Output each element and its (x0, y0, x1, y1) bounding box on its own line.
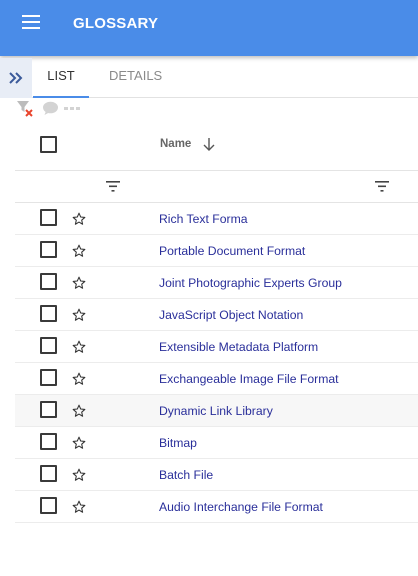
filter-row (15, 171, 418, 203)
table-row[interactable]: Portable Document Format (15, 235, 418, 267)
table-row[interactable]: Joint Photographic Experts Group (15, 267, 418, 299)
row-name-link[interactable]: Audio Interchange File Format (159, 500, 323, 514)
app-bar: GLOSSARY (0, 0, 418, 56)
table-row[interactable]: Exchangeable Image File Format (15, 363, 418, 395)
table-header: Name (15, 125, 418, 171)
row-name-link[interactable]: JavaScript Object Notation (159, 308, 303, 322)
page-title: GLOSSARY (73, 15, 159, 32)
table-row[interactable]: Bitmap (15, 427, 418, 459)
filter-icon[interactable] (375, 181, 389, 192)
star-icon[interactable] (72, 212, 86, 226)
tab-list[interactable]: LIST (33, 58, 89, 98)
row-name-link[interactable]: Dynamic Link Library (159, 404, 273, 418)
row-checkbox[interactable] (40, 433, 57, 450)
table-row[interactable]: Batch File (15, 459, 418, 491)
table-row[interactable]: Audio Interchange File Format (15, 491, 418, 523)
row-checkbox[interactable] (40, 241, 57, 258)
row-checkbox[interactable] (40, 465, 57, 482)
row-name-link[interactable]: Joint Photographic Experts Group (159, 276, 342, 290)
star-icon[interactable] (72, 436, 86, 450)
row-checkbox[interactable] (40, 305, 57, 322)
star-icon[interactable] (72, 340, 86, 354)
table-row[interactable]: Extensible Metadata Platform (15, 331, 418, 363)
more-icon[interactable] (64, 106, 82, 111)
comment-icon[interactable] (42, 101, 59, 116)
clear-filter-icon[interactable] (16, 100, 36, 118)
sort-arrow-down-icon[interactable] (202, 136, 216, 152)
row-name-link[interactable]: Bitmap (159, 436, 197, 450)
row-checkbox[interactable] (40, 337, 57, 354)
expand-panel-icon (9, 72, 23, 84)
star-icon[interactable] (72, 468, 86, 482)
row-checkbox[interactable] (40, 369, 57, 386)
star-icon[interactable] (72, 404, 86, 418)
row-name-link[interactable]: Extensible Metadata Platform (159, 340, 318, 354)
star-icon[interactable] (72, 500, 86, 514)
star-icon[interactable] (72, 372, 86, 386)
star-icon[interactable] (72, 308, 86, 322)
row-name-link[interactable]: Rich Text Forma (159, 212, 248, 226)
row-checkbox[interactable] (40, 497, 57, 514)
row-name-link[interactable]: Exchangeable Image File Format (159, 372, 339, 386)
tab-details[interactable]: DETAILS (109, 58, 162, 98)
select-all-checkbox[interactable] (40, 136, 57, 153)
table-row[interactable]: Dynamic Link Library (15, 395, 418, 427)
filter-icon[interactable] (106, 181, 120, 192)
table-row[interactable]: Rich Text Forma (15, 203, 418, 235)
list-toolbar (16, 100, 96, 120)
star-icon[interactable] (72, 244, 86, 258)
row-checkbox[interactable] (40, 273, 57, 290)
menu-icon[interactable] (22, 15, 42, 31)
row-name-link[interactable]: Portable Document Format (159, 244, 305, 258)
table-row[interactable]: JavaScript Object Notation (15, 299, 418, 331)
star-icon[interactable] (72, 276, 86, 290)
row-name-link[interactable]: Batch File (159, 468, 213, 482)
expand-panel-button[interactable] (0, 58, 32, 98)
tab-bar: LIST DETAILS (0, 58, 418, 98)
row-checkbox[interactable] (40, 401, 57, 418)
row-checkbox[interactable] (40, 209, 57, 226)
name-column-header[interactable]: Name (160, 138, 191, 150)
